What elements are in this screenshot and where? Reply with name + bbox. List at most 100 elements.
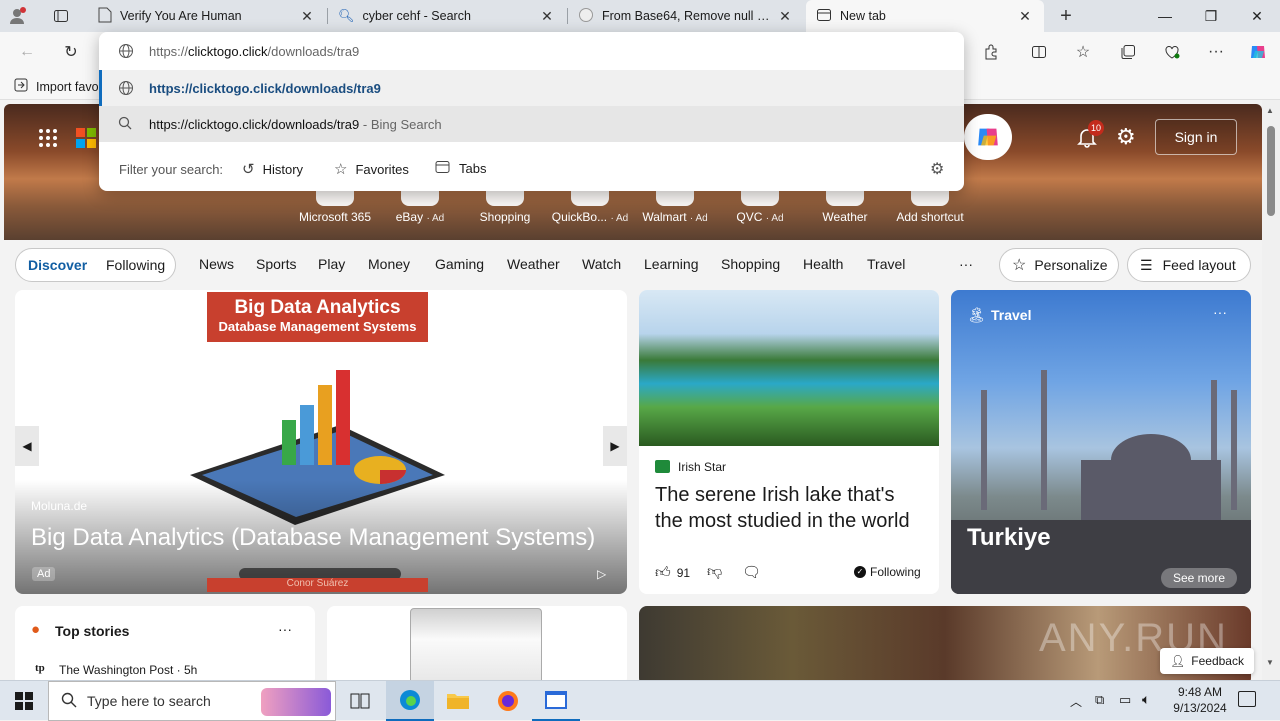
personalize-button[interactable]: ☆ Personalize xyxy=(999,248,1119,282)
tab-actions-icon[interactable] xyxy=(50,6,72,26)
big-data-ad-card[interactable]: Big Data Analytics Database Management S… xyxy=(15,290,627,594)
quicklink-shopping[interactable]: Shopping xyxy=(465,186,545,224)
comment-icon[interactable]: 🗨︎ xyxy=(742,563,761,581)
scroll-up-arrow[interactable]: ▲ xyxy=(1266,106,1274,115)
tab-verify-human[interactable]: Verify You Are Human ✕ xyxy=(88,0,326,32)
copilot-button[interactable] xyxy=(964,114,1012,160)
close-tab-icon[interactable]: ✕ xyxy=(298,8,316,25)
tab-discover[interactable]: Discover xyxy=(28,257,87,273)
firefox-icon[interactable] xyxy=(484,681,532,721)
sign-in-button[interactable]: Sign in xyxy=(1155,119,1237,155)
nav-money[interactable]: Money xyxy=(368,256,410,272)
task-view-icon[interactable] xyxy=(336,681,384,721)
collections-icon[interactable] xyxy=(1113,37,1143,67)
windows-taskbar: Type here to search ︿ ⧉ ▭ 🔈︎ 9:48 AM 9/1… xyxy=(0,680,1280,721)
tab-cyberchef[interactable]: From Base64, Remove null bytes - C ✕ xyxy=(568,0,804,32)
top-stories-more-icon[interactable]: ··· xyxy=(278,621,292,637)
close-tab-icon[interactable]: ✕ xyxy=(1016,8,1034,25)
suggestion-url[interactable]: https://clicktogo.click/downloads/tra9 xyxy=(99,70,964,106)
scroll-thumb[interactable] xyxy=(1267,126,1275,216)
settings-more-icon[interactable]: ··· xyxy=(1201,37,1231,67)
taskbar-clock[interactable]: 9:48 AM 9/13/2024 xyxy=(1168,684,1232,716)
close-tab-icon[interactable]: ✕ xyxy=(538,8,556,25)
tab-cyber-search[interactable]: 🔍︎ cyber cehf - Search ✕ xyxy=(328,0,566,32)
filter-favorites[interactable]: ☆ Favorites xyxy=(334,160,409,178)
file-explorer-icon[interactable] xyxy=(434,681,482,721)
nav-shopping[interactable]: Shopping xyxy=(721,256,780,272)
edge-taskbar-icon[interactable] xyxy=(386,681,434,721)
nav-weather[interactable]: Weather xyxy=(507,256,560,272)
nav-health[interactable]: Health xyxy=(803,256,843,272)
quicklink-microsoft365[interactable]: Microsoft 365 xyxy=(295,186,375,224)
irish-lake-card[interactable]: Irish Star The serene Irish lake that's … xyxy=(639,290,939,594)
import-favorites-link[interactable]: Import favo xyxy=(14,78,99,95)
back-button[interactable]: ← xyxy=(12,37,42,67)
quicklink-add-shortcut[interactable]: Add shortcut xyxy=(890,186,970,224)
article-title[interactable]: The serene Irish lake that's the most st… xyxy=(655,482,925,534)
filter-tabs[interactable]: Tabs xyxy=(435,160,486,177)
clock-date: 9/13/2024 xyxy=(1173,701,1227,715)
nav-news[interactable]: News xyxy=(199,256,234,272)
tab-new-tab[interactable]: New tab ✕ xyxy=(806,0,1044,32)
see-more-button[interactable]: See more xyxy=(1161,568,1238,588)
filter-history[interactable]: ↺ History xyxy=(242,160,303,178)
like-button[interactable]: 👍︎ 91 xyxy=(655,564,690,582)
quicklink-weather[interactable]: Weather xyxy=(805,186,885,224)
tray-chevron-icon[interactable]: ︿ xyxy=(1070,693,1082,710)
address-input[interactable]: https://clicktogo.click/downloads/tra9 xyxy=(99,32,964,70)
quicklink-quickbooks[interactable]: QuickBo... · Ad xyxy=(550,186,630,224)
tab-following[interactable]: Following xyxy=(106,257,165,273)
close-tab-icon[interactable]: ✕ xyxy=(776,8,794,25)
start-button[interactable] xyxy=(0,681,48,721)
minimize-button[interactable]: — xyxy=(1142,0,1188,32)
notifications-bell-icon[interactable]: 10 xyxy=(1076,120,1104,150)
nav-gaming[interactable]: Gaming xyxy=(435,256,484,272)
scroll-down-arrow[interactable]: ▼ xyxy=(1266,658,1274,667)
settings-gear-icon[interactable]: ⚙ xyxy=(1116,126,1140,150)
extensions-icon[interactable] xyxy=(976,37,1006,67)
tray-ethernet-icon[interactable]: ▭ xyxy=(1119,692,1131,708)
page-scrollbar[interactable]: ▲ ▼ xyxy=(1262,100,1280,680)
tray-volume-icon[interactable]: 🔈︎ xyxy=(1142,691,1150,708)
nav-sports[interactable]: Sports xyxy=(256,256,296,272)
browser-essentials-icon[interactable] xyxy=(1157,37,1187,67)
split-screen-icon[interactable] xyxy=(1024,37,1054,67)
ad-choices-icon[interactable]: ▷ xyxy=(597,567,606,581)
apps-launcher-icon[interactable] xyxy=(38,128,58,148)
banner-line2: Database Management Systems xyxy=(218,319,417,334)
notifications-center-icon[interactable] xyxy=(1238,691,1256,707)
refresh-button[interactable]: ↻ xyxy=(56,37,86,67)
tray-network-icon[interactable]: ⧉ xyxy=(1095,692,1104,708)
favorites-icon[interactable]: ☆ xyxy=(1068,37,1098,67)
feedback-button[interactable]: 👤︎ Feedback xyxy=(1160,648,1254,674)
quicklink-ebay[interactable]: eBay · Ad xyxy=(380,186,460,224)
copilot-icon[interactable] xyxy=(1243,37,1273,67)
suggestion-bing-search[interactable]: https://clicktogo.click/downloads/tra9 -… xyxy=(99,106,964,142)
close-window-button[interactable]: ✕ xyxy=(1234,0,1280,32)
quicklink-walmart[interactable]: Walmart · Ad xyxy=(635,186,715,224)
quicklink-qvc[interactable]: QVC · Ad xyxy=(720,186,800,224)
nav-watch[interactable]: Watch xyxy=(582,256,621,272)
travel-turkiye-card[interactable]: 🏝︎ Travel ··· Turkiye See more xyxy=(951,290,1251,594)
nav-more-icon[interactable]: ··· xyxy=(959,256,973,272)
carousel-next-button[interactable]: ▶ xyxy=(603,426,627,466)
chef-icon xyxy=(578,7,594,26)
nav-travel[interactable]: Travel xyxy=(867,256,905,272)
carousel-prev-button[interactable]: ◀ xyxy=(15,426,39,466)
card-more-icon[interactable]: ··· xyxy=(1213,304,1227,320)
printer-card[interactable] xyxy=(327,606,627,680)
new-tab-button[interactable]: + xyxy=(1052,4,1080,28)
thumbs-down-icon[interactable]: 👎︎ xyxy=(707,563,722,581)
restore-button[interactable]: ❐ xyxy=(1188,0,1234,32)
ad-title: Big Data Analytics (Database Management … xyxy=(31,524,596,551)
feed-layout-label: Feed layout xyxy=(1162,257,1236,273)
search-settings-gear-icon[interactable]: ⚙ xyxy=(930,159,944,179)
taskbar-search-box[interactable]: Type here to search xyxy=(48,681,336,721)
profile-avatar[interactable] xyxy=(6,6,28,26)
feed-layout-button[interactable]: ☰ Feed layout xyxy=(1127,248,1251,282)
place-name: Turkiye xyxy=(967,524,1051,551)
nav-learning[interactable]: Learning xyxy=(644,256,699,272)
app-window-icon[interactable] xyxy=(532,681,580,721)
following-status[interactable]: ✓ Following xyxy=(854,565,921,579)
nav-play[interactable]: Play xyxy=(318,256,345,272)
